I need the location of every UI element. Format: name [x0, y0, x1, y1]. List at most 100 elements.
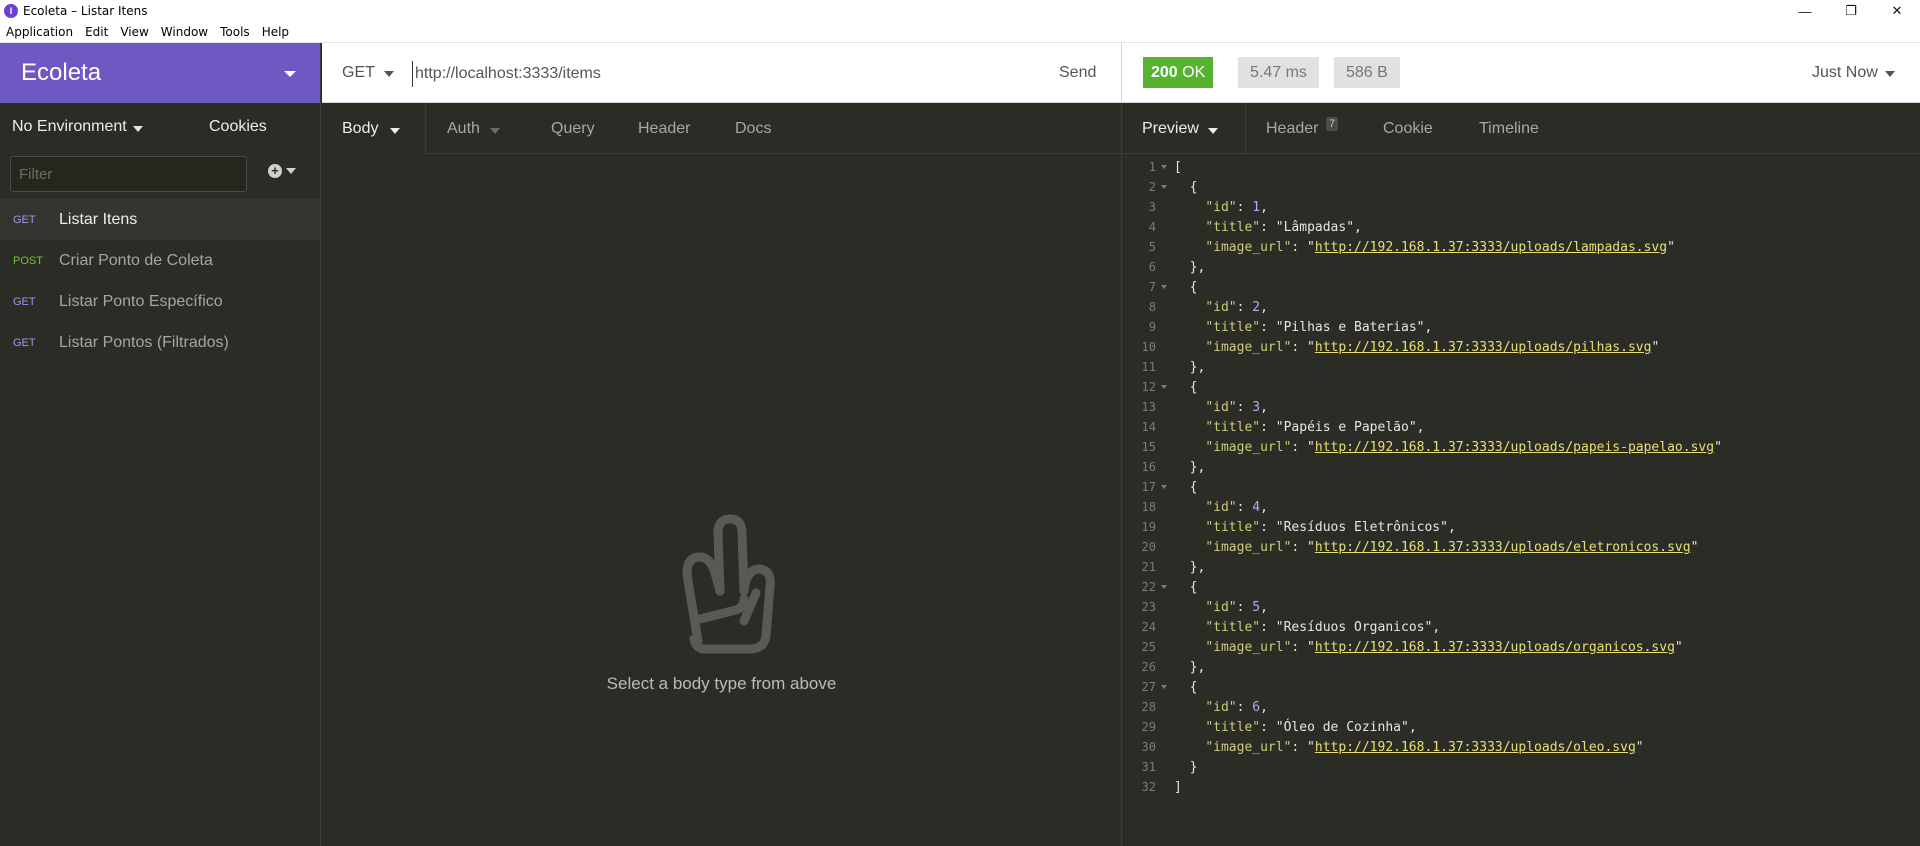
line-number: 11 — [1141, 360, 1156, 374]
plus-circle-icon: + — [268, 164, 282, 178]
insomnia-app-icon: I — [4, 4, 18, 18]
line-number: 29 — [1141, 720, 1156, 734]
request-item-criar-ponto[interactable]: POST Criar Ponto de Coleta — [0, 240, 320, 281]
fold-caret-icon[interactable] — [1161, 385, 1167, 389]
method-select[interactable]: GET — [342, 64, 375, 82]
cookies-button[interactable]: Cookies — [209, 118, 267, 136]
code-line: 13 "id": 3, — [1122, 400, 1920, 420]
request-label: Listar Ponto Específico — [59, 292, 223, 310]
tab-cookie[interactable]: Cookie — [1383, 120, 1433, 138]
code-line: 28 "id": 6, — [1122, 700, 1920, 720]
menu-help[interactable]: Help — [256, 25, 295, 39]
code-text: "id": 6, — [1205, 700, 1268, 715]
workspace-dropdown[interactable]: Ecoleta — [0, 43, 320, 103]
code-text: "image_url": "http://192.168.1.37:3333/u… — [1205, 640, 1683, 655]
chevron-down-icon — [490, 128, 500, 134]
code-text: { — [1174, 580, 1198, 595]
tab-docs[interactable]: Docs — [735, 120, 771, 138]
code-line: 27 { — [1122, 680, 1920, 700]
fold-caret-icon[interactable] — [1161, 185, 1167, 189]
code-text: "image_url": "http://192.168.1.37:3333/u… — [1205, 540, 1699, 555]
line-number: 10 — [1141, 340, 1156, 354]
close-button[interactable]: ✕ — [1874, 0, 1920, 22]
image-url-link[interactable]: http://192.168.1.37:3333/uploads/lampada… — [1315, 240, 1667, 255]
add-request-button[interactable]: + — [268, 164, 296, 178]
request-body-panel: Select a body type from above — [322, 154, 1121, 846]
menu-edit[interactable]: Edit — [79, 25, 114, 39]
code-line: 9 "title": "Pilhas e Baterias", — [1122, 320, 1920, 340]
request-item-listar-pontos-filtrados[interactable]: GET Listar Pontos (Filtrados) — [0, 322, 320, 363]
request-list: GET Listar Itens POST Criar Ponto de Col… — [0, 199, 320, 363]
chevron-down-icon — [286, 168, 296, 174]
line-number: 25 — [1141, 640, 1156, 654]
image-url-link[interactable]: http://192.168.1.37:3333/uploads/pilhas.… — [1315, 340, 1652, 355]
code-line: 4 "title": "Lâmpadas", — [1122, 220, 1920, 240]
response-preview[interactable]: 1[2 {3 "id": 1, 4 "title": "Lâmpadas", 5 "… — [1121, 154, 1920, 846]
line-number: 3 — [1148, 200, 1156, 214]
fold-caret-icon[interactable] — [1161, 165, 1167, 169]
code-text: "image_url": "http://192.168.1.37:3333/u… — [1205, 340, 1660, 355]
request-label: Listar Pontos (Filtrados) — [59, 333, 229, 351]
send-button[interactable]: Send — [1059, 64, 1096, 82]
line-number: 28 — [1141, 700, 1156, 714]
tab-query[interactable]: Query — [551, 120, 595, 138]
request-item-listar-itens[interactable]: GET Listar Itens — [0, 199, 320, 240]
line-number: 22 — [1141, 580, 1156, 594]
tab-response-header[interactable]: Header — [1266, 120, 1318, 138]
code-text: "title": "Resíduos Eletrônicos", — [1205, 520, 1456, 535]
code-text: "image_url": "http://192.168.1.37:3333/u… — [1205, 440, 1722, 455]
method-badge: GET — [13, 295, 36, 308]
chevron-down-icon — [284, 71, 296, 77]
image-url-link[interactable]: http://192.168.1.37:3333/uploads/oleo.sv… — [1315, 740, 1636, 755]
code-text: "image_url": "http://192.168.1.37:3333/u… — [1205, 740, 1644, 755]
code-line: 32] — [1122, 780, 1920, 800]
code-line: 16 }, — [1122, 460, 1920, 480]
fold-caret-icon[interactable] — [1161, 485, 1167, 489]
image-url-link[interactable]: http://192.168.1.37:3333/uploads/eletron… — [1315, 540, 1691, 555]
fold-caret-icon[interactable] — [1161, 585, 1167, 589]
code-line: 22 { — [1122, 580, 1920, 600]
code-text: "title": "Óleo de Cozinha", — [1205, 720, 1417, 735]
line-number: 26 — [1141, 660, 1156, 674]
fold-caret-icon[interactable] — [1161, 285, 1167, 289]
menu-window[interactable]: Window — [155, 25, 214, 39]
code-text: }, — [1174, 460, 1206, 475]
menu-bar: Application Edit View Window Tools Help — [0, 22, 1920, 43]
filter-input[interactable] — [10, 156, 247, 192]
code-line: 29 "title": "Óleo de Cozinha", — [1122, 720, 1920, 740]
line-number: 19 — [1141, 520, 1156, 534]
line-number: 7 — [1148, 280, 1156, 294]
fold-caret-icon[interactable] — [1161, 685, 1167, 689]
tab-body[interactable]: Body — [342, 120, 378, 138]
tab-auth[interactable]: Auth — [447, 120, 480, 138]
method-badge: GET — [13, 336, 36, 349]
code-text: }, — [1174, 560, 1206, 575]
request-label: Criar Ponto de Coleta — [59, 251, 213, 269]
empty-body-message: Select a body type from above — [606, 674, 837, 693]
code-text: } — [1174, 760, 1198, 775]
tab-timeline[interactable]: Timeline — [1479, 120, 1539, 138]
url-input[interactable] — [412, 61, 992, 87]
image-url-link[interactable]: http://192.168.1.37:3333/uploads/organic… — [1315, 640, 1675, 655]
line-number: 6 — [1148, 260, 1156, 274]
line-number: 15 — [1141, 440, 1156, 454]
request-item-listar-ponto[interactable]: GET Listar Ponto Específico — [0, 281, 320, 322]
image-url-link[interactable]: http://192.168.1.37:3333/uploads/papeis-… — [1315, 440, 1714, 455]
menu-tools[interactable]: Tools — [214, 25, 256, 39]
code-line: 6 }, — [1122, 260, 1920, 280]
tab-header[interactable]: Header — [638, 120, 690, 138]
environment-dropdown[interactable]: No Environment — [12, 118, 127, 136]
code-line: 24 "title": "Resíduos Organicos", — [1122, 620, 1920, 640]
code-line: 2 { — [1122, 180, 1920, 200]
maximize-button[interactable]: ❐ — [1828, 0, 1874, 22]
header-count-badge: 7 — [1326, 117, 1339, 131]
history-dropdown[interactable]: Just Now — [1812, 64, 1878, 82]
menu-application[interactable]: Application — [0, 25, 79, 39]
code-text: { — [1174, 480, 1198, 495]
minimize-button[interactable]: — — [1782, 0, 1828, 22]
line-number: 30 — [1141, 740, 1156, 754]
tab-preview[interactable]: Preview — [1142, 120, 1199, 138]
code-line: 14 "title": "Papéis e Papelão", — [1122, 420, 1920, 440]
line-number: 24 — [1141, 620, 1156, 634]
menu-view[interactable]: View — [114, 25, 154, 39]
